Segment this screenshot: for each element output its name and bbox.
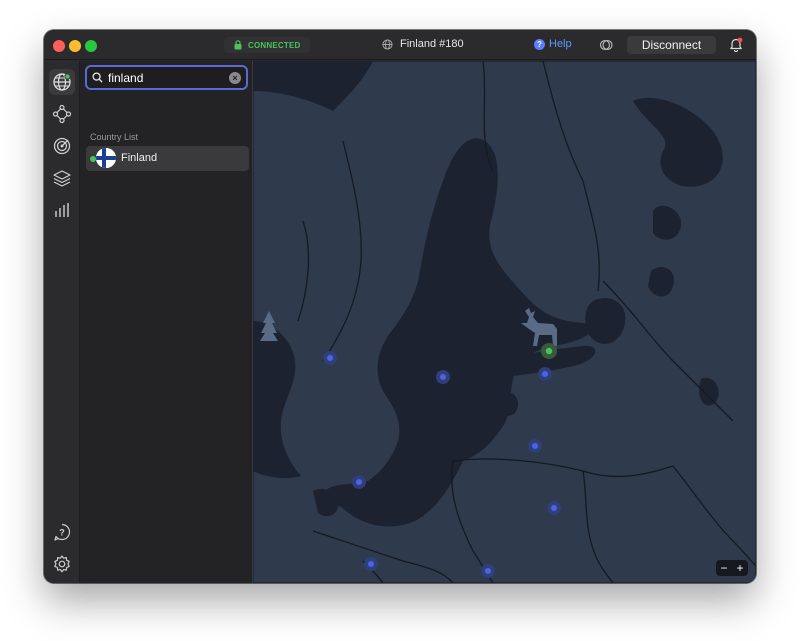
zoom-in-button[interactable]: + xyxy=(736,560,743,576)
server-dot[interactable] xyxy=(547,501,561,515)
search-input[interactable] xyxy=(108,70,224,85)
help-link[interactable]: ? Help xyxy=(534,38,572,50)
notifications-button[interactable] xyxy=(729,37,743,57)
server-dot[interactable] xyxy=(538,367,552,381)
search-icon xyxy=(92,72,103,83)
world-map[interactable]: − + xyxy=(253,61,756,583)
threat-protection-icon xyxy=(53,137,71,155)
disconnect-button[interactable]: Disconnect xyxy=(627,36,716,54)
lock-icon xyxy=(234,40,242,50)
meshnet-icon xyxy=(52,104,72,124)
sidebar-rail: ? xyxy=(44,61,80,583)
country-name: Finland xyxy=(121,152,158,164)
layers-icon xyxy=(53,170,71,187)
server-dot[interactable] xyxy=(352,475,366,489)
close-window-button[interactable] xyxy=(53,40,65,52)
bell-icon xyxy=(730,37,743,52)
zoom-out-button[interactable]: − xyxy=(720,560,727,576)
title-bar: CONNECTED Finland #180 ? Help Disconnect xyxy=(44,30,756,60)
server-dot[interactable] xyxy=(364,557,378,571)
rail-item-threat-protection[interactable] xyxy=(49,133,75,159)
rail-item-countries[interactable] xyxy=(49,69,75,95)
globe-small-icon xyxy=(382,38,393,50)
server-dot[interactable] xyxy=(481,564,495,578)
status-text: CONNECTED xyxy=(248,40,301,50)
app-window: CONNECTED Finland #180 ? Help Disconnect xyxy=(44,30,756,583)
rail-item-settings[interactable] xyxy=(49,551,75,577)
help-label: Help xyxy=(549,38,572,50)
zoom-controls: − + xyxy=(716,560,748,576)
stats-icon xyxy=(55,203,69,217)
zoom-window-button[interactable] xyxy=(85,40,97,52)
clear-search-icon[interactable]: × xyxy=(229,71,241,84)
finland-flag-icon xyxy=(96,148,116,168)
settings-icon xyxy=(54,555,70,573)
rail-item-meshnet[interactable] xyxy=(49,101,75,127)
current-server: Finland #180 xyxy=(382,38,464,50)
server-dot[interactable] xyxy=(528,439,542,453)
rail-item-specialty-servers[interactable] xyxy=(49,165,75,191)
help-circle-icon: ? xyxy=(534,38,545,50)
globe-icon xyxy=(53,73,71,91)
server-name: Finland #180 xyxy=(400,38,464,50)
server-dot[interactable] xyxy=(323,351,337,365)
pause-button[interactable] xyxy=(599,38,613,57)
help-icon: ? xyxy=(54,523,71,541)
server-dot-connected[interactable] xyxy=(541,343,557,359)
svg-text:?: ? xyxy=(59,528,65,538)
search-box[interactable]: × xyxy=(85,65,248,90)
server-dot[interactable] xyxy=(436,370,450,384)
connection-status: CONNECTED xyxy=(224,37,311,53)
rail-item-statistics[interactable] xyxy=(49,197,75,223)
country-list-heading: Country List xyxy=(90,132,139,142)
country-item-finland[interactable]: Finland xyxy=(86,146,249,171)
map-canvas xyxy=(253,61,756,583)
pause-connection-icon xyxy=(599,39,613,51)
country-panel: × Country List Finland xyxy=(80,61,253,583)
minimize-window-button[interactable] xyxy=(69,40,81,52)
rail-item-help[interactable]: ? xyxy=(49,519,75,545)
